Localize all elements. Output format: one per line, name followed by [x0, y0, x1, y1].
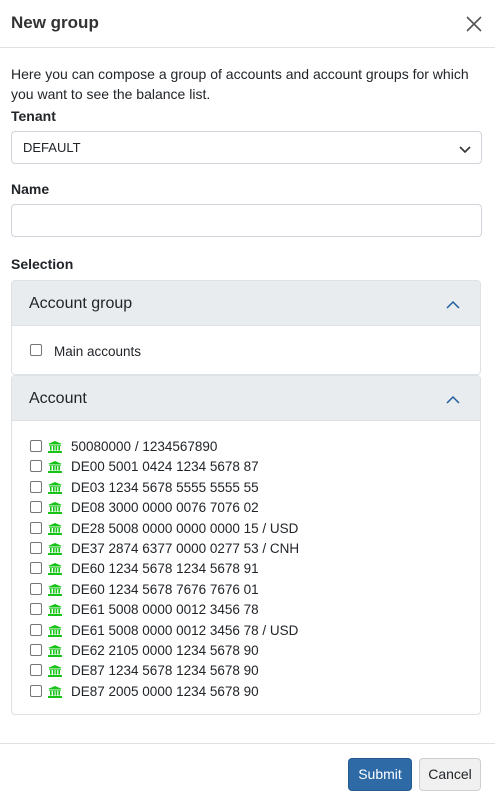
account-checkbox[interactable] [30, 644, 42, 656]
account-checkbox[interactable] [30, 440, 42, 452]
dialog-description: Here you can compose a group of accounts… [11, 66, 469, 102]
main-accounts-checkbox[interactable] [30, 344, 42, 356]
bank-icon [48, 624, 62, 637]
account-label: DE61 5008 0000 0012 3456 78 [71, 602, 259, 618]
account-group-panel: Account group Main accounts [11, 280, 481, 375]
chevron-up-icon [446, 392, 460, 404]
tenant-select-value: DEFAULT [23, 140, 81, 155]
account-checkbox[interactable] [30, 603, 42, 616]
account-checkbox[interactable] [30, 501, 42, 514]
bank-icon [48, 542, 62, 555]
account-checkbox[interactable] [30, 542, 42, 554]
account-group-panel-title: Account group [29, 295, 133, 312]
account-panel-title: Account [29, 390, 87, 407]
footer-divider [0, 743, 495, 744]
account-checkbox[interactable] [30, 521, 42, 534]
account-panel: Account 50080000 / 1234567890 DE00 5001 0… [11, 375, 481, 715]
account-label: DE28 5008 0000 0000 0000 15 / USD [71, 520, 299, 536]
account-checkbox[interactable] [30, 623, 42, 636]
submit-button[interactable]: Submit [348, 758, 412, 791]
account-label: DE00 5001 0424 1234 5678 87 [71, 459, 259, 475]
name-input[interactable] [11, 204, 482, 237]
account-label: DE62 2105 0000 1234 5678 90 [71, 643, 259, 658]
dialog-header: New group [0, 0, 495, 48]
bank-icon [48, 522, 62, 535]
tenant-select[interactable]: DEFAULT [11, 131, 482, 164]
account-checkbox[interactable] [30, 460, 42, 473]
bank-icon [48, 501, 62, 515]
bank-icon [48, 644, 62, 657]
account-checkbox[interactable] [30, 684, 42, 697]
bank-icon [48, 562, 62, 576]
bank-icon [48, 664, 62, 678]
tenant-label: Tenant [11, 108, 56, 124]
cancel-button[interactable]: Cancel [419, 758, 481, 791]
account-panel-header[interactable]: Account [12, 376, 480, 421]
selection-label: Selection [11, 256, 74, 272]
name-label: Name [11, 181, 50, 197]
bank-icon [48, 440, 62, 453]
account-label: DE61 5008 0000 0012 3456 78 / USD [71, 622, 299, 638]
chevron-down-icon [459, 142, 471, 154]
account-label: DE03 1234 5678 5555 5555 55 [71, 479, 259, 495]
bank-icon [48, 460, 62, 474]
account-label: 50080000 / 1234567890 [71, 439, 218, 454]
account-checkbox[interactable] [30, 664, 42, 677]
account-label: DE87 2005 0000 1234 5678 90 [71, 683, 259, 699]
dialog-title: New group [11, 13, 99, 32]
account-label: DE60 1234 5678 1234 5678 91 [71, 561, 259, 577]
main-accounts-label: Main accounts [54, 344, 142, 359]
close-icon[interactable] [464, 14, 484, 34]
account-label: DE37 2874 6377 0000 0277 53 / CNH [71, 541, 300, 556]
account-label: DE60 1234 5678 7676 7676 01 [71, 581, 259, 597]
account-checkbox[interactable] [30, 480, 42, 493]
bank-icon [48, 583, 62, 596]
account-label: DE87 1234 5678 1234 5678 90 [71, 663, 259, 679]
account-checkbox[interactable] [30, 582, 42, 595]
account-checkbox[interactable] [30, 562, 42, 575]
account-group-panel-header[interactable]: Account group [12, 281, 480, 326]
bank-icon [48, 603, 62, 617]
bank-icon [48, 685, 62, 698]
account-label: DE08 3000 0000 0076 7076 02 [71, 500, 259, 516]
bank-icon [48, 481, 62, 494]
chevron-up-icon [446, 297, 460, 309]
